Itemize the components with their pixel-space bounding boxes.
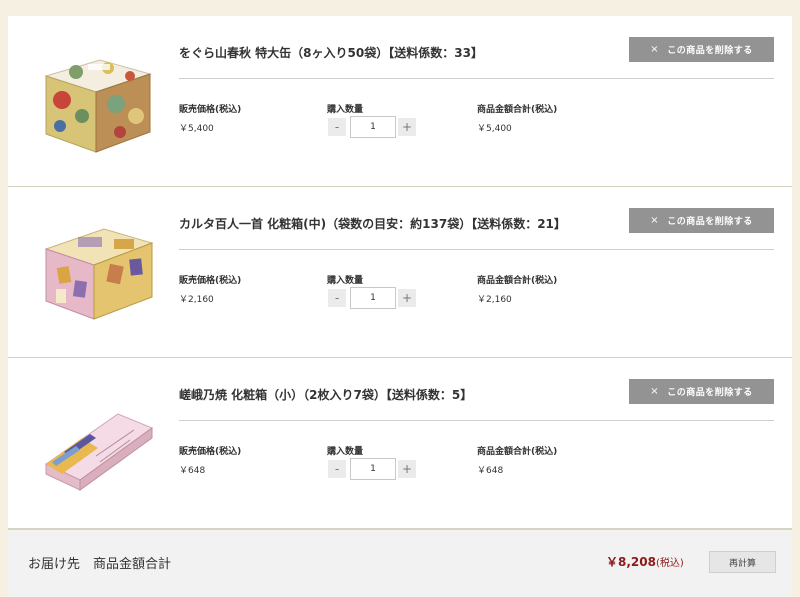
price-label: 販売価格(税込) xyxy=(179,105,242,115)
close-icon: × xyxy=(650,386,660,397)
delete-label: この商品を削除する xyxy=(667,217,753,227)
tax-note: (税込) xyxy=(655,558,684,569)
delete-item-button[interactable]: × この商品を削除する xyxy=(629,208,774,233)
increment-button[interactable]: + xyxy=(398,460,416,478)
decrement-button[interactable]: - xyxy=(328,460,346,478)
product-image xyxy=(45,413,154,491)
quantity-input[interactable] xyxy=(350,116,396,138)
total-label: お届け先 商品金額合計 xyxy=(28,557,172,572)
divider xyxy=(179,78,774,79)
increment-button[interactable]: + xyxy=(398,289,416,307)
cart-item: をぐら山春秋 特大缶（8ヶ入り50袋）【送料係数：33】 × この商品を削除する… xyxy=(8,16,792,187)
decrement-button[interactable]: - xyxy=(328,289,346,307)
subtotal-value: ￥648 xyxy=(477,466,504,476)
total-value: ￥8,208 xyxy=(606,555,656,569)
subtotal-value: ￥5,400 xyxy=(477,124,512,134)
delete-label: この商品を削除する xyxy=(667,388,753,398)
subtotal-label: 商品金額合計(税込) xyxy=(477,276,558,286)
product-title: カルタ百人一首 化粧箱(中)（袋数の目安：約137袋）【送料係数：21】 xyxy=(179,217,566,231)
subtotal-value: ￥2,160 xyxy=(477,295,512,305)
price-value: ￥5,400 xyxy=(179,124,214,134)
quantity-stepper: - + xyxy=(328,458,418,480)
cart-panel: をぐら山春秋 特大缶（8ヶ入り50袋）【送料係数：33】 × この商品を削除する… xyxy=(8,16,792,597)
decrement-button[interactable]: - xyxy=(328,118,346,136)
divider xyxy=(179,420,774,421)
product-title: 嵯峨乃焼 化粧箱（小）（2枚入り7袋）【送料係数：5】 xyxy=(179,388,473,402)
recalculate-button[interactable]: 再計算 xyxy=(709,551,776,573)
divider xyxy=(179,249,774,250)
quantity-stepper: - + xyxy=(328,116,418,138)
quantity-label: 購入数量 xyxy=(327,447,364,457)
delete-item-button[interactable]: × この商品を削除する xyxy=(629,37,774,62)
cart-item: 嵯峨乃焼 化粧箱（小）（2枚入り7袋）【送料係数：5】 × この商品を削除する … xyxy=(8,358,792,529)
product-image xyxy=(44,59,152,153)
price-label: 販売価格(税込) xyxy=(179,447,242,457)
cart-item: カルタ百人一首 化粧箱(中)（袋数の目安：約137袋）【送料係数：21】 × こ… xyxy=(8,187,792,358)
price-label: 販売価格(税込) xyxy=(179,276,242,286)
close-icon: × xyxy=(650,215,660,226)
total-amount: ￥8,208(税込) xyxy=(606,553,684,570)
quantity-stepper: - + xyxy=(328,287,418,309)
product-title: をぐら山春秋 特大缶（8ヶ入り50袋）【送料係数：33】 xyxy=(179,46,483,60)
price-value: ￥648 xyxy=(179,466,206,476)
close-icon: × xyxy=(650,44,660,55)
product-image xyxy=(44,228,154,320)
cart-total-bar: お届け先 商品金額合計 ￥8,208(税込) 再計算 xyxy=(8,529,792,597)
quantity-input[interactable] xyxy=(350,458,396,480)
quantity-input[interactable] xyxy=(350,287,396,309)
increment-button[interactable]: + xyxy=(398,118,416,136)
subtotal-label: 商品金額合計(税込) xyxy=(477,105,558,115)
delete-item-button[interactable]: × この商品を削除する xyxy=(629,379,774,404)
price-value: ￥2,160 xyxy=(179,295,214,305)
subtotal-label: 商品金額合計(税込) xyxy=(477,447,558,457)
quantity-label: 購入数量 xyxy=(327,276,364,286)
quantity-label: 購入数量 xyxy=(327,105,364,115)
delete-label: この商品を削除する xyxy=(667,46,753,56)
